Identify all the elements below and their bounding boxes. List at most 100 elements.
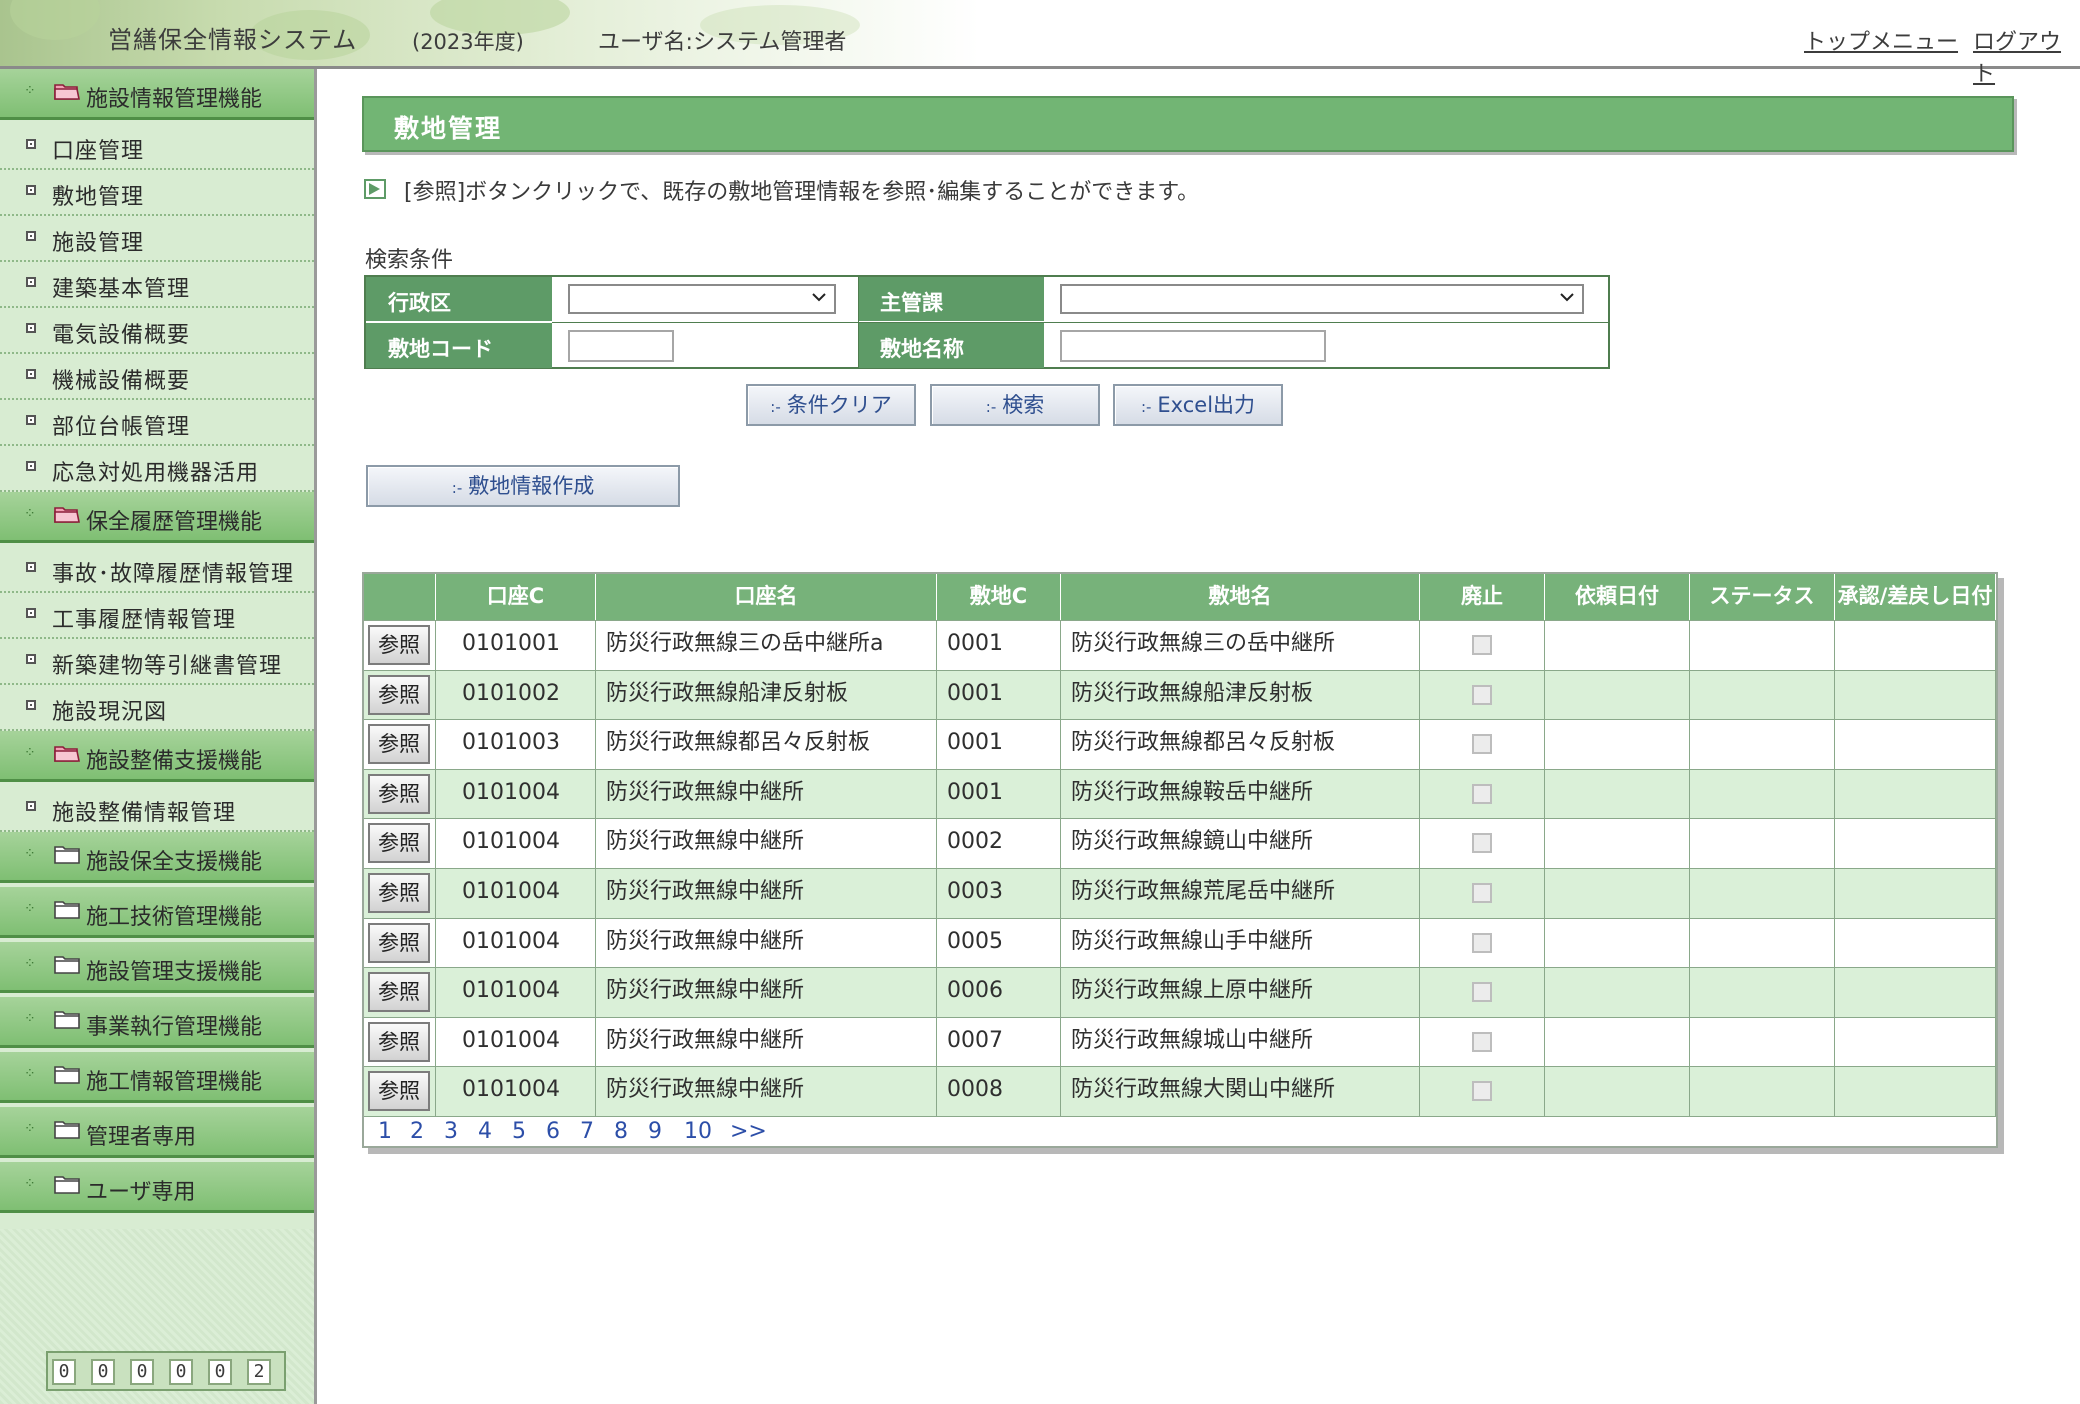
logout-link[interactable]: ログアウト: [1973, 24, 2080, 88]
column-header: 依頼日付: [1545, 574, 1690, 620]
sidebar-section-label: ユーザ専用: [86, 1180, 196, 1205]
approval-date-cell: [1835, 769, 1996, 819]
counter-digit: 0: [169, 1359, 193, 1385]
site-code-cell: 0001: [937, 670, 1061, 720]
create-site-info-button[interactable]: :- 敷地情報作成: [366, 465, 680, 507]
column-header: ステータス: [1690, 574, 1835, 620]
abolished-cell: [1420, 968, 1545, 1018]
sidebar-item-1-3[interactable]: 施設現況図: [0, 685, 314, 731]
column-header: 敷地C: [937, 574, 1061, 620]
table-row: 参照 0101004 防災行政無線中継所 0005 防災行政無線山手中継所: [364, 917, 1996, 968]
site-name-input[interactable]: [1060, 330, 1326, 362]
square-bullet-icon: [26, 323, 36, 333]
reference-button[interactable]: 参照: [368, 1071, 430, 1112]
sidebar-section-6[interactable]: ⁘ 事業執行管理機能: [0, 997, 314, 1048]
reference-button[interactable]: 参照: [368, 625, 430, 665]
reference-button[interactable]: 参照: [368, 674, 430, 715]
site-name-cell: 防災行政無線上原中継所: [1061, 968, 1420, 1018]
sidebar-section-label: 施設保全支援機能: [86, 850, 263, 875]
sidebar-item-1-1[interactable]: 工事履歴情報管理: [0, 593, 314, 639]
sidebar-item-0-7[interactable]: 応急対処用機器活用: [0, 446, 314, 492]
reference-button[interactable]: 参照: [368, 823, 430, 864]
sidebar-item-0-6[interactable]: 部位台帳管理: [0, 400, 314, 446]
request-date-cell: [1545, 769, 1690, 819]
next-pages-link[interactable]: >>: [730, 1119, 767, 1144]
ref-cell: 参照: [364, 968, 436, 1018]
clear-conditions-button[interactable]: :- 条件クリア: [746, 384, 916, 426]
table-row: 参照 0101003 防災行政無線都呂々反射板 0001 防災行政無線都呂々反射板: [364, 719, 1996, 770]
sidebar-section-0[interactable]: ⁘ 施設情報管理機能: [0, 69, 314, 120]
reference-button[interactable]: 参照: [368, 873, 430, 913]
page-link[interactable]: 7: [580, 1119, 594, 1144]
site-code-input[interactable]: [568, 330, 674, 362]
access-counter: 000002: [46, 1351, 286, 1391]
ref-cell: 参照: [364, 670, 436, 720]
sidebar-item-1-2[interactable]: 新築建物等引継書管理: [0, 639, 314, 685]
search-button[interactable]: :- 検索: [930, 384, 1100, 426]
account-name-cell: 防災行政無線中継所: [596, 918, 937, 968]
dots-icon: ⁘: [24, 506, 36, 522]
excel-export-button[interactable]: :- Excel出力: [1113, 384, 1283, 426]
sidebar-section-1[interactable]: ⁘ 保全履歴管理機能: [0, 492, 314, 543]
reference-button[interactable]: 参照: [368, 724, 430, 765]
ward-select[interactable]: [568, 284, 836, 314]
sidebar-item-2-0[interactable]: 施設整備情報管理: [0, 786, 314, 832]
sidebar-item-0-3[interactable]: 建築基本管理: [0, 262, 314, 308]
ref-cell: 参照: [364, 918, 436, 968]
top-menu-link[interactable]: トップメニュー: [1804, 24, 1958, 56]
request-date-cell: [1545, 720, 1690, 770]
square-bullet-icon: [26, 369, 36, 379]
page-link[interactable]: 10: [684, 1119, 712, 1144]
abolished-checkbox: [1472, 833, 1492, 854]
square-bullet-icon: [26, 654, 36, 664]
abolished-cell: [1420, 670, 1545, 720]
reference-button[interactable]: 参照: [368, 1021, 430, 1062]
page-link[interactable]: 4: [478, 1119, 492, 1144]
sidebar-item-1-0[interactable]: 事故･故障履歴情報管理: [0, 547, 314, 593]
sidebar-item-label: 電気設備概要: [52, 323, 191, 348]
page-link[interactable]: 8: [614, 1119, 628, 1144]
account-name-cell: 防災行政無線都呂々反射板: [596, 720, 937, 770]
page-link[interactable]: 5: [512, 1119, 526, 1144]
approval-date-cell: [1835, 720, 1996, 770]
reference-button[interactable]: 参照: [368, 972, 430, 1013]
reference-button[interactable]: 参照: [368, 922, 430, 963]
sidebar-section-label: 事業執行管理機能: [86, 1015, 263, 1040]
sidebar-section-5[interactable]: ⁘ 施設管理支援機能: [0, 942, 314, 993]
dots-icon: ⁘: [24, 1066, 36, 1082]
sidebar-section-9[interactable]: ⁘ ユーザ専用: [0, 1162, 314, 1213]
sidebar-section-2[interactable]: ⁘ 施設整備支援機能: [0, 731, 314, 782]
page-link[interactable]: 9: [648, 1119, 662, 1144]
sidebar-item-0-4[interactable]: 電気設備概要: [0, 308, 314, 354]
sidebar-section-8[interactable]: ⁘ 管理者専用: [0, 1107, 314, 1158]
account-code-cell: 0101004: [436, 769, 596, 819]
fiscal-year: (2023年度): [412, 30, 524, 54]
page-link[interactable]: 2: [410, 1119, 424, 1144]
page-link[interactable]: 6: [546, 1119, 560, 1144]
sidebar-item-0-5[interactable]: 機械設備概要: [0, 354, 314, 400]
approval-date-cell: [1835, 1017, 1996, 1067]
button-prefix: :-: [1140, 398, 1152, 416]
page-link[interactable]: 1: [378, 1119, 392, 1144]
sidebar-item-0-1[interactable]: 敷地管理: [0, 170, 314, 216]
folder-icon: [54, 901, 80, 919]
sidebar-section-3[interactable]: ⁘ 施設保全支援機能: [0, 832, 314, 883]
site-name-cell: 防災行政無線大関山中継所: [1061, 1067, 1420, 1117]
page-link[interactable]: 3: [444, 1119, 458, 1144]
sidebar-section-4[interactable]: ⁘ 施工技術管理機能: [0, 887, 314, 938]
approval-date-cell: [1835, 1067, 1996, 1117]
sidebar-item-0-2[interactable]: 施設管理: [0, 216, 314, 262]
folder-icon: [54, 956, 80, 974]
dept-select[interactable]: [1060, 284, 1584, 314]
sidebar-section-label: 施工技術管理機能: [86, 905, 263, 930]
search-caption: 検索条件: [365, 248, 454, 273]
abolished-checkbox: [1472, 635, 1492, 655]
site-code-cell: 0001: [937, 769, 1061, 819]
counter-digit: 0: [208, 1359, 232, 1385]
sidebar-section-7[interactable]: ⁘ 施工情報管理機能: [0, 1052, 314, 1103]
dots-icon: ⁘: [24, 846, 36, 862]
sidebar-item-0-0[interactable]: 口座管理: [0, 124, 314, 170]
table-row: 参照 0101004 防災行政無線中継所 0008 防災行政無線大関山中継所: [364, 1066, 1996, 1117]
ref-cell: 参照: [364, 1067, 436, 1117]
reference-button[interactable]: 参照: [368, 773, 430, 814]
